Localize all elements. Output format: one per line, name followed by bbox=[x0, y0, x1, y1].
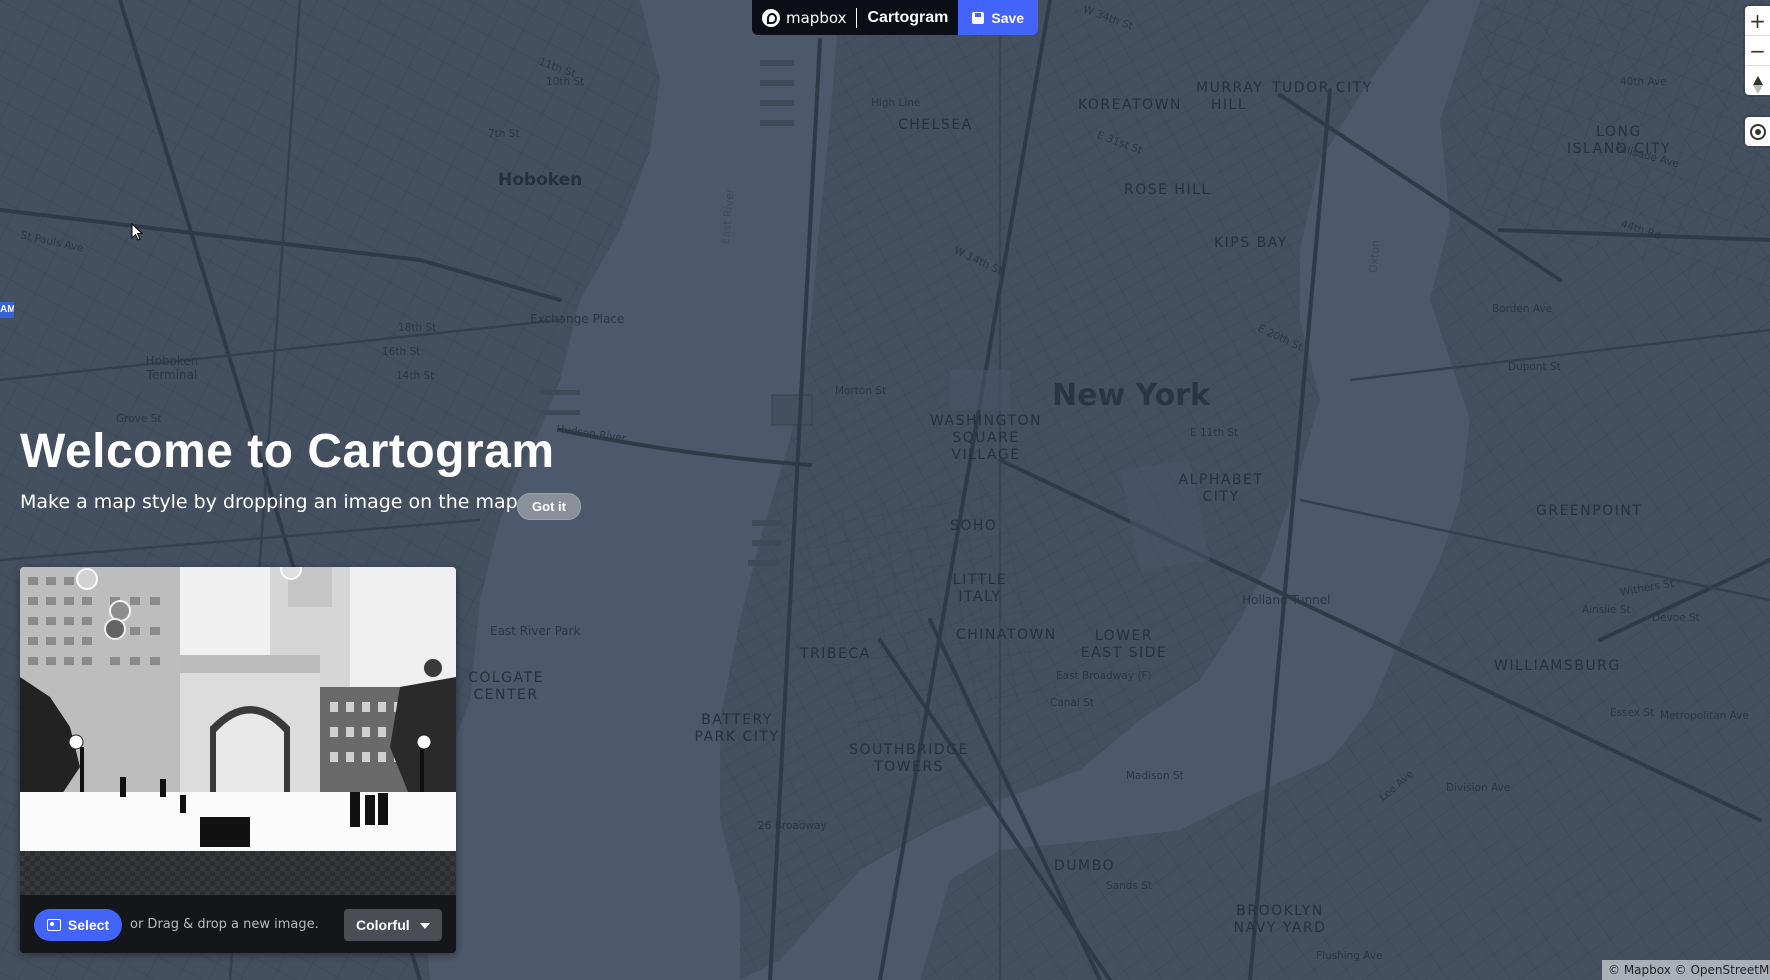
compass-button[interactable] bbox=[1745, 66, 1770, 95]
photo-illustration bbox=[20, 567, 456, 851]
compass-icon bbox=[1752, 76, 1763, 94]
select-image-button[interactable]: Select bbox=[34, 909, 122, 941]
image-panel: Select or Drag & drop a new image. Color… bbox=[20, 567, 456, 953]
top-bar: mapbox Cartogram Save bbox=[752, 0, 1039, 35]
color-swatch[interactable] bbox=[76, 568, 98, 590]
drag-drop-hint: or Drag & drop a new image. bbox=[130, 917, 319, 932]
geolocate-icon bbox=[1749, 123, 1766, 140]
color-swatch[interactable] bbox=[104, 618, 126, 640]
caret-down-icon bbox=[420, 923, 430, 929]
brand-header: mapbox Cartogram bbox=[752, 0, 959, 35]
mouse-cursor-icon bbox=[131, 223, 143, 241]
side-badge: AM bbox=[0, 302, 14, 318]
mapbox-logo-icon bbox=[762, 8, 780, 27]
panel-toolbar: Select or Drag & drop a new image. Color… bbox=[20, 895, 456, 953]
divider bbox=[856, 7, 858, 28]
brand-name: mapbox bbox=[786, 8, 847, 27]
palette-selected-value: Colorful bbox=[356, 917, 410, 933]
zoom-in-button[interactable]: + bbox=[1745, 6, 1770, 36]
got-it-button[interactable]: Got it bbox=[517, 493, 581, 520]
welcome-subtitle: Make a map style by dropping an image on… bbox=[20, 491, 524, 513]
source-image[interactable] bbox=[20, 567, 456, 851]
navigation-control: + − bbox=[1745, 6, 1770, 95]
save-icon bbox=[972, 11, 985, 24]
palette-dropdown[interactable]: Colorful bbox=[344, 909, 442, 941]
welcome-title: Welcome to Cartogram bbox=[20, 425, 555, 478]
zoom-out-button[interactable]: − bbox=[1745, 36, 1770, 66]
app-title: Cartogram bbox=[867, 8, 949, 26]
select-button-label: Select bbox=[67, 917, 110, 933]
color-swatch[interactable] bbox=[422, 657, 444, 679]
image-icon bbox=[46, 919, 61, 931]
transparency-strip bbox=[20, 851, 456, 895]
save-button-label: Save bbox=[991, 9, 1025, 26]
geolocate-button[interactable] bbox=[1745, 117, 1770, 146]
map-attribution[interactable]: © Mapbox © OpenStreetMap bbox=[1602, 960, 1770, 980]
save-button[interactable]: Save bbox=[958, 0, 1039, 35]
